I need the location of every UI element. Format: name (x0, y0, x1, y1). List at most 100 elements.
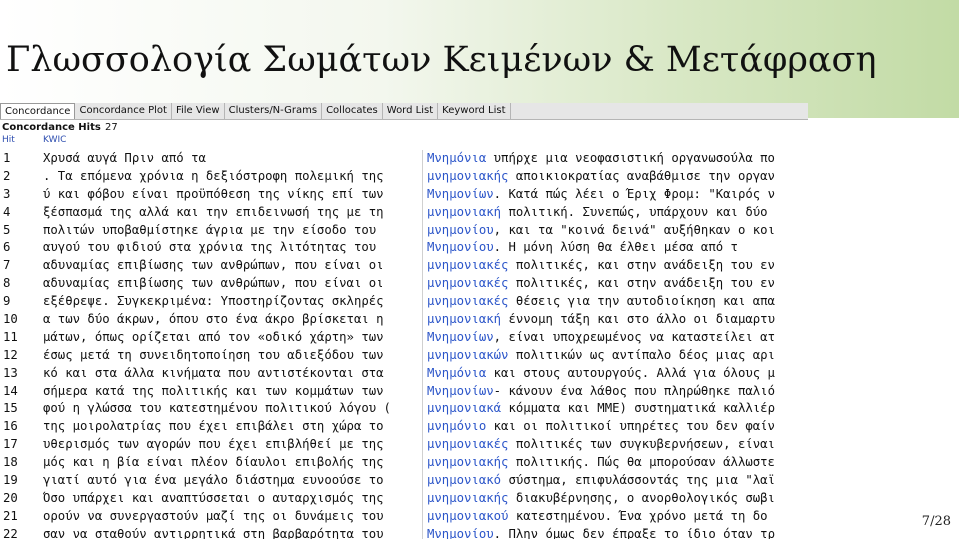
keyword[interactable]: Μνημονίων (427, 384, 494, 398)
hit-number: 2 (3, 168, 11, 183)
right-context: μνημονιακές πολιτικές, και στην ανάδειξη… (427, 275, 807, 293)
tab-concordance-plot[interactable]: Concordance Plot (75, 103, 172, 119)
hit-number: 15 (3, 401, 18, 416)
right-context: μνημόνιο και οι πολιτικοί υπηρέτες του δ… (427, 418, 807, 436)
hit-number: 22 (3, 526, 18, 539)
tab-file-view[interactable]: File View (172, 103, 225, 119)
keyword[interactable]: μνημονιακά (427, 401, 501, 415)
tab-concordance[interactable]: Concordance (0, 103, 76, 119)
keyword[interactable]: μνημονιακές (427, 294, 508, 308)
concordance-row[interactable]: 10 α των δύο άκρων, όπου στο ένα άκρο βρί… (0, 311, 808, 329)
concordance-row[interactable]: 15 φού η γλώσσα του κατεστημένου πολιτικο… (0, 400, 808, 418)
concordance-row[interactable]: 4 ξέσπασμά της αλλά και την επιδεινωσή τη… (0, 204, 808, 222)
right-context: μνημονιακής αποικιοκρατίας αναβάθμισε τη… (427, 168, 807, 186)
keyword[interactable]: Μνημόνια (427, 151, 486, 165)
concordance-row[interactable]: 9 εξέθρεψε. Συγκεκριμένα: Υποστηρίζοντας … (0, 293, 808, 311)
keyword[interactable]: μνημόνιο (427, 419, 486, 433)
concordance-row[interactable]: 2 . Τα επόμενα χρόνια η δεξιόστροφη πολεμ… (0, 168, 808, 186)
left-context-text: αυγού του φιδιού στα χρόνια της λιτότητα… (43, 240, 377, 255)
concordance-row[interactable]: 11 μάτων, όπως ορίζεται από τον «οδικό χά… (0, 329, 808, 347)
right-context: μνημονιακής πολιτικής. Πώς θα μπορούσαν … (427, 454, 807, 472)
keyword[interactable]: Μνημόνια (427, 366, 486, 380)
hit-number: 8 (3, 276, 11, 291)
left-context: α των δύο άκρων, όπου στο ένα άκρο βρίσκ… (43, 311, 420, 329)
right-context: μνημονιακές πολιτικές των συγκυβερνήσεων… (427, 436, 807, 454)
hits-bar: Concordance Hits 27 (0, 120, 808, 135)
concordance-row[interactable]: 16 της μοιρολατρίας που έχει επιβάλει στη… (0, 418, 808, 436)
keyword[interactable]: μνημονιακού (427, 509, 508, 523)
column-kwic[interactable]: KWIC (43, 135, 66, 145)
tab-collocates[interactable]: Collocates (322, 103, 383, 119)
right-context: μνημονιακής διακυβέρνησης, ο ανορθολογικ… (427, 490, 807, 508)
concordance-row[interactable]: 17 υθερισμός των αγορών που έχει επιβλήθε… (0, 436, 808, 454)
concordance-row[interactable]: 21 ορούν να συνεργαστούν μαζί της οι δυνά… (0, 508, 808, 526)
antconc-window: Concordance Concordance Plot File View Clus… (0, 103, 808, 539)
keyword[interactable]: μνημονιακών (427, 348, 508, 362)
right-context: Μνημόνια υπήρχε μια νεοφασιστική οργανωσ… (427, 150, 807, 168)
hit-number: 11 (3, 329, 18, 344)
keyword[interactable]: Μνημονίων (427, 330, 494, 344)
hit-number: 17 (3, 437, 18, 452)
right-context: Μνημονίων. Κατά πώς λέει ο Έριχ Φρομ: "Κ… (427, 186, 807, 204)
keyword[interactable]: μνημονιακής (427, 455, 508, 469)
tab-word-list[interactable]: Word List (383, 103, 439, 119)
concordance-row[interactable]: 20 Όσο υπάρχει και αναπτύσσεται ο αυταρχι… (0, 490, 808, 508)
right-context-text: πολιτικές, και στην ανάδειξη του εν (508, 276, 775, 291)
keyword[interactable]: μνημονιακό (427, 473, 501, 487)
concordance-row[interactable]: 1 Χρυσά αυγά Πριν από τα Μνημόνια υπήρχε … (0, 150, 808, 168)
concordance-row[interactable]: 14 σήμερα κατά της πολιτικής και των κομμ… (0, 383, 808, 401)
left-context: έσως μετά τη συνειδητοποίηση του αδιεξόδ… (43, 347, 420, 365)
hits-count: 27 (105, 122, 118, 133)
keyword[interactable]: Μνημονίου (427, 240, 494, 254)
left-context-text: Χρυσά αυγά Πριν από τα (43, 151, 206, 165)
right-context-text: έννομη τάξη και στο άλλο οι διαμαρτυ (501, 312, 775, 327)
right-context-text: σύστημα, επιφυλάσσοντάς της μια "λαϊ (501, 473, 775, 488)
tab-keyword-list[interactable]: Keyword List (438, 103, 511, 119)
left-context: φού η γλώσσα του κατεστημένου πολιτικού … (43, 400, 420, 418)
page-number: 7/28 (921, 514, 951, 529)
column-hit[interactable]: Hit (2, 135, 15, 145)
concordance-row[interactable]: 12 έσως μετά τη συνειδητοποίηση του αδιεξ… (0, 347, 808, 365)
concordance-row[interactable]: 5 πολιτών υποβαθμίστηκε άγρια με την είσ… (0, 222, 808, 240)
keyword[interactable]: μνημονιακής (427, 169, 508, 183)
keyword[interactable]: μνημονιακές (427, 258, 508, 272)
right-context-text: - κάνουν ένα λάθος που πληρώθηκε παλιό (493, 383, 775, 398)
keyword[interactable]: μνημονιακές (427, 276, 508, 290)
hit-number: 13 (3, 365, 18, 380)
left-context: γιατί αυτό για ένα μεγάλο διάστημα ευνοο… (43, 472, 420, 490)
concordance-row[interactable]: 3 ύ και φόβου είναι προϋπόθεση της νίκης … (0, 186, 808, 204)
right-context-text: υπήρχε μια νεοφασιστική οργανωσούλα πο (486, 151, 775, 165)
tab-clusters-n-grams[interactable]: Clusters/N-Grams (225, 103, 323, 119)
keyword[interactable]: μνημονιακή (427, 312, 501, 326)
keyword[interactable]: μνημονιακές (427, 437, 508, 451)
concordance-row[interactable]: 22 σαν να σταθούν αντιρρητικά στη βαρβαρό… (0, 526, 808, 539)
concordance-row[interactable]: 18 μός και η βία είναι πλέον δίαυλοι επιβ… (0, 454, 808, 472)
hit-number: 10 (3, 312, 18, 327)
hits-label: Concordance Hits (2, 122, 101, 133)
keyword[interactable]: μνημονίου (427, 223, 494, 237)
concordance-row[interactable]: 13 κό και στα άλλα κινήματα που αντιστέκο… (0, 365, 808, 383)
keyword[interactable]: Μνημονίων (427, 187, 494, 201)
column-header: Hit KWIC (0, 135, 808, 147)
right-context-text: διακυβέρνησης, ο ανορθολογικός σωβι (508, 490, 775, 505)
left-context: . Τα επόμενα χρόνια η δεξιόστροφη πολεμι… (43, 168, 420, 186)
keyword[interactable]: μνημονιακής (427, 491, 508, 505)
hit-number: 6 (3, 240, 11, 255)
concordance-row[interactable]: 19 γιατί αυτό για ένα μεγάλο διάστημα ευν… (0, 472, 808, 490)
keyword[interactable]: μνημονιακή (427, 205, 501, 219)
right-context: Μνημόνια και στους αυτουργούς. Αλλά για … (427, 365, 807, 383)
concordance-row[interactable]: 7 αδυναμίας επιβίωσης των ανθρώπων, που ε… (0, 257, 808, 275)
keyword[interactable]: Μνημονίου (427, 527, 494, 539)
hit-number: 1 (3, 151, 11, 165)
right-context: μνημονίου, και τα "κοινά δεινά" αυξήθηκα… (427, 222, 807, 240)
right-context-text: θέσεις για την αυτοδιοίκηση και απα (508, 294, 775, 309)
right-context-text: αποικιοκρατίας αναβάθμισε την οργαν (508, 168, 775, 183)
concordance-row[interactable]: 8 αδυναμίας επιβίωσης των ανθρώπων, που ε… (0, 275, 808, 293)
hit-number: 9 (3, 294, 11, 309)
left-context: ορούν να συνεργαστούν μαζί της οι δυνάμε… (43, 508, 420, 526)
right-context: μνημονιακή πολιτική. Συνεπώς, υπάρχουν κ… (427, 204, 807, 222)
left-context-text: φού η γλώσσα του κατεστημένου πολιτικού … (43, 401, 391, 416)
right-context-text: , και τα "κοινά δεινά" αυξήθηκαν ο κοι (493, 222, 775, 237)
concordance-row[interactable]: 6 αυγού του φιδιού στα χρόνια της λιτότη… (0, 239, 808, 257)
left-context: πολιτών υποβαθμίστηκε άγρια με την είσοδ… (43, 222, 420, 240)
